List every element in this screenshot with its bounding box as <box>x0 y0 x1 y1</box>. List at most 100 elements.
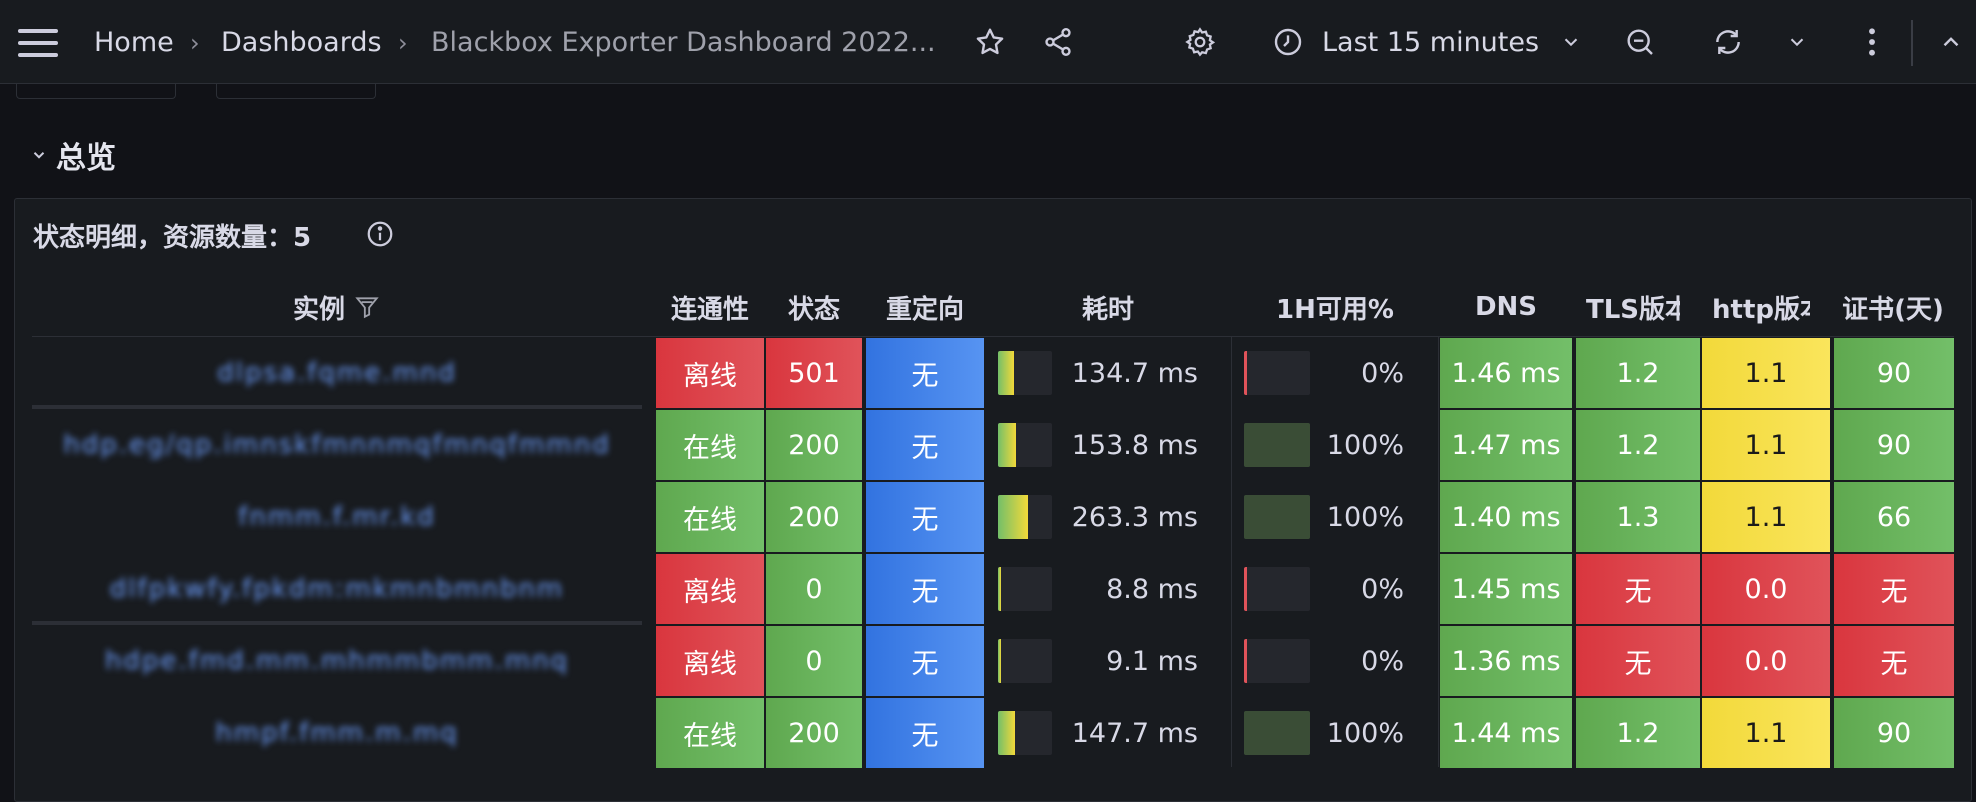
filter-icon[interactable] <box>353 294 381 320</box>
instance-url[interactable]: hdp.eg/qp.imnskfmnnmqfmnqfmmnd <box>63 430 610 460</box>
instance-link[interactable]: hdp.eg/qp.imnskfmnnmqfmnqfmmnd <box>32 410 642 480</box>
instance-link[interactable]: hmpf.fmm.m.mq <box>32 698 642 768</box>
column-header-connectivity[interactable]: 连通性 <box>656 282 764 332</box>
http-cell: 1.1 <box>1702 410 1830 480</box>
breadcrumb-separator: › <box>190 29 200 57</box>
availability-bar <box>1244 495 1310 539</box>
column-header-dns[interactable]: DNS <box>1440 282 1572 332</box>
breadcrumb-dashboards[interactable]: Dashboards <box>221 24 382 62</box>
time-range-picker[interactable]: Last 15 minutes <box>1322 24 1539 62</box>
availability-bar-fill <box>1244 495 1310 539</box>
instance-url[interactable]: dlfpkwfy.fpkdm:mkmnbmnbnm <box>110 574 564 604</box>
connectivity-cell: 在线 <box>656 410 764 480</box>
column-header-availability[interactable]: 1H可用% <box>1232 282 1438 332</box>
duration-gauge <box>998 410 1052 480</box>
instance-link[interactable]: dlfpkwfy.fpkdm:mkmnbmnbnm <box>32 554 642 624</box>
row-header-overview[interactable]: 总览 <box>30 133 116 177</box>
connectivity-cell: 离线 <box>656 626 764 696</box>
availability-bar <box>1244 423 1310 467</box>
column-header-http[interactable]: http版本 <box>1700 282 1810 332</box>
instance-url[interactable]: fnmm.f.mr.kd <box>238 502 436 532</box>
connectivity-cell: 在线 <box>656 482 764 552</box>
http-cell: 0.0 <box>1702 554 1830 624</box>
refresh-icon[interactable] <box>1708 22 1748 62</box>
variable-selector[interactable] <box>16 84 176 99</box>
availability-bar <box>1244 351 1310 395</box>
duration-bar-fill <box>998 567 1001 611</box>
column-header-duration[interactable]: 耗时 <box>986 282 1230 332</box>
availability-bar-fill <box>1244 639 1247 683</box>
tls-cell: 1.2 <box>1576 410 1700 480</box>
column-divider <box>1438 337 1439 767</box>
availability-value: 100% <box>1326 501 1404 533</box>
row-title: 总览 <box>56 141 116 176</box>
redirect-cell: 无 <box>866 698 984 768</box>
tls-cell: 无 <box>1576 554 1700 624</box>
zoom-out-icon[interactable] <box>1620 22 1660 62</box>
availability-bar <box>1244 567 1310 611</box>
duration-gauge <box>998 626 1052 696</box>
connectivity-cell: 在线 <box>656 698 764 768</box>
duration-bar-fill <box>998 495 1028 539</box>
status-cell: 200 <box>766 410 862 480</box>
column-header-cert[interactable]: 证书(天) <box>1832 282 1954 332</box>
column-header-tls[interactable]: TLS版本 <box>1576 282 1680 332</box>
breadcrumb-current: Blackbox Exporter Dashboard 2022... <box>431 27 936 58</box>
availability-bar-fill <box>1244 351 1247 395</box>
header-divider <box>32 336 1954 337</box>
menu-icon[interactable] <box>18 29 58 57</box>
availability-gauge <box>1244 626 1310 696</box>
instance-link[interactable]: dlpsa.fqme.mnd <box>32 338 642 408</box>
breadcrumb-separator: › <box>398 29 408 57</box>
variable-selector[interactable] <box>216 84 376 99</box>
column-header-redirect[interactable]: 重定向 <box>866 282 984 332</box>
column-header-instance[interactable]: 实例 <box>32 282 642 332</box>
share-icon[interactable] <box>1038 22 1078 62</box>
availability-value: 0% <box>1361 573 1404 605</box>
tls-cell: 1.2 <box>1576 698 1700 768</box>
column-header-status[interactable]: 状态 <box>766 282 862 332</box>
toolbar-divider <box>1911 20 1913 66</box>
duration-gauge <box>998 338 1052 408</box>
instance-link[interactable]: hdpe.fmd.mm.mhmmbmm.mnq <box>32 626 642 696</box>
dns-cell: 1.45 ms <box>1440 554 1572 624</box>
duration-bar-fill <box>998 711 1016 755</box>
info-icon[interactable] <box>365 219 395 253</box>
duration-bar <box>998 567 1052 611</box>
dns-cell: 1.40 ms <box>1440 482 1572 552</box>
instance-link[interactable]: fnmm.f.mr.kd <box>32 482 642 552</box>
status-cell: 501 <box>766 338 862 408</box>
dns-cell: 1.36 ms <box>1440 626 1572 696</box>
duration-value: 9.1 ms <box>1106 645 1198 677</box>
kebab-icon[interactable] <box>1860 22 1884 62</box>
breadcrumb-home[interactable]: Home <box>94 24 174 62</box>
chevron-down-icon[interactable] <box>1782 22 1812 62</box>
cert-cell: 90 <box>1834 338 1954 408</box>
instance-url[interactable]: hdpe.fmd.mm.mhmmbmm.mnq <box>105 646 569 676</box>
cert-cell: 无 <box>1834 626 1954 696</box>
availability-gauge <box>1244 698 1310 768</box>
http-cell: 1.1 <box>1702 698 1830 768</box>
tls-cell: 1.3 <box>1576 482 1700 552</box>
availability-gauge <box>1244 410 1310 480</box>
column-divider <box>1231 337 1232 767</box>
availability-value: 0% <box>1361 645 1404 677</box>
cert-cell: 66 <box>1834 482 1954 552</box>
status-cell: 0 <box>766 626 862 696</box>
status-cell: 200 <box>766 482 862 552</box>
star-icon[interactable] <box>970 22 1010 62</box>
instance-url[interactable]: hmpf.fmm.m.mq <box>215 718 458 748</box>
gear-icon[interactable] <box>1180 22 1220 62</box>
chevron-down-icon[interactable] <box>1556 22 1586 62</box>
dns-cell: 1.44 ms <box>1440 698 1572 768</box>
chevron-down-icon <box>33 152 45 159</box>
clock-icon[interactable] <box>1268 22 1308 62</box>
cert-cell: 90 <box>1834 410 1954 480</box>
duration-gauge <box>998 554 1052 624</box>
cert-cell: 无 <box>1834 554 1954 624</box>
availability-bar-fill <box>1244 567 1247 611</box>
chevron-up-icon[interactable] <box>1934 22 1968 62</box>
http-cell: 1.1 <box>1702 338 1830 408</box>
instance-url[interactable]: dlpsa.fqme.mnd <box>217 358 457 388</box>
duration-bar <box>998 351 1052 395</box>
